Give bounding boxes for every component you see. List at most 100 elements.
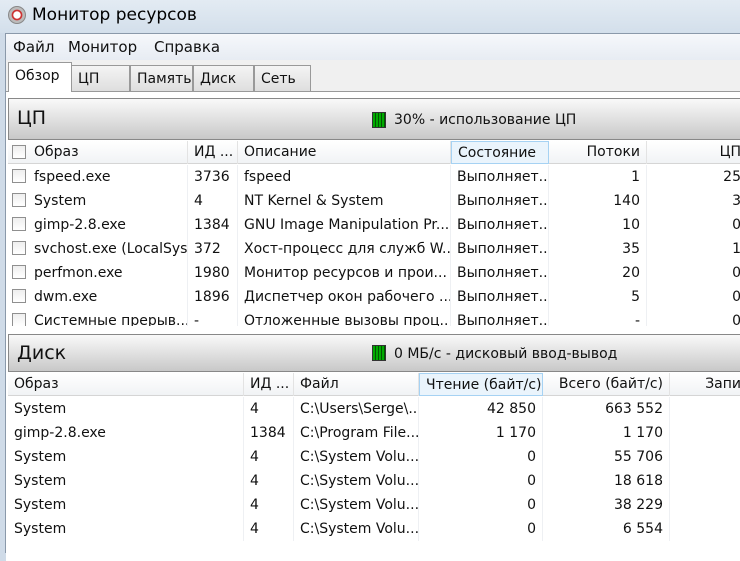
menu-help[interactable]: Справка — [154, 38, 220, 56]
disk-cell: 42 850 — [419, 397, 543, 421]
cpu-cell: System — [8, 189, 188, 213]
cpu-cell: 5 — [549, 285, 647, 309]
cpu-cell: Выполняет... — [451, 189, 549, 213]
disk-col-header[interactable]: ИД ... — [244, 373, 294, 396]
cpu-col-header[interactable]: Описание — [238, 141, 451, 164]
disk-col-header[interactable]: Запи — [670, 373, 740, 396]
cpu-cell: Выполняет... — [451, 309, 549, 326]
disk-table-row[interactable]: System 4 C:\Users\Serge\... 42 850 663 552 — [8, 397, 740, 421]
cpu-cell: - — [188, 309, 238, 326]
cpu-usage-status: 30% - использование ЦП — [394, 112, 577, 128]
disk-cell: 1 170 — [419, 421, 543, 445]
tab-disk[interactable]: Диск — [193, 65, 254, 91]
cpu-cell: Выполняет... — [451, 213, 549, 237]
menu-monitor[interactable]: Монитор — [68, 38, 137, 56]
tab-memory[interactable]: Память — [130, 65, 193, 91]
disk-cell: 4 — [244, 397, 294, 421]
disk-cell: System — [8, 469, 244, 493]
disk-col-header[interactable]: Чтение (байт/с) — [419, 373, 543, 396]
disk-cell: System — [8, 397, 244, 421]
cpu-cell: 3 — [647, 189, 740, 213]
disk-cell: 4 — [244, 493, 294, 517]
cpu-meter-icon — [372, 112, 386, 128]
cpu-cell: 0 — [647, 309, 740, 326]
disk-cell: 0 — [419, 445, 543, 469]
cpu-cell: 1 — [647, 237, 740, 261]
cpu-process-table: fspeed.exe 3736 fspeed Выполняет... 1 25 Syste… — [6, 165, 740, 326]
cpu-cell: 1980 — [188, 261, 238, 285]
cpu-cell: - — [549, 309, 647, 326]
tab-overview[interactable]: Обзор — [8, 62, 72, 92]
cpu-col-header[interactable]: Состояние — [451, 141, 549, 164]
cpu-cell: Выполняет... — [451, 261, 549, 285]
cpu-cell: fspeed.exe — [8, 165, 188, 189]
disk-panel-title: Диск — [17, 342, 67, 364]
disk-cell: 1 170 — [543, 421, 670, 445]
cpu-cell: svchost.exe (LocalSys... — [8, 237, 188, 261]
cpu-cell: Диспетчер окон рабочего ... — [238, 285, 451, 309]
disk-cell: C:\Users\Serge\... — [294, 397, 419, 421]
cpu-table-row[interactable]: svchost.exe (LocalSys... 372 Хост-процесс … — [8, 237, 740, 261]
cpu-table-row[interactable]: Системные прерыв... - Отложенные вызовы пр… — [8, 309, 740, 326]
disk-table-row[interactable]: System 4 C:\System Volu... 0 38 229 — [8, 493, 740, 517]
window-title: Монитор ресурсов — [32, 5, 197, 25]
cpu-col-header[interactable]: ЦП — [647, 141, 740, 164]
cpu-panel-title: ЦП — [17, 107, 47, 129]
disk-cell: 4 — [244, 469, 294, 493]
cpu-cell: Системные прерыв... — [8, 309, 188, 326]
disk-io-status: 0 МБ/с - дисковый ввод-вывод — [394, 346, 618, 362]
disk-col-header[interactable]: Файл — [294, 373, 419, 396]
tab-network[interactable]: Сеть — [254, 65, 311, 91]
cpu-table-row[interactable]: gimp-2.8.exe 1384 GNU Image Manipulation P… — [8, 213, 740, 237]
disk-cell: 663 552 — [543, 397, 670, 421]
disk-meter-icon — [372, 345, 386, 361]
cpu-col-header[interactable]: Потоки — [549, 141, 647, 164]
cpu-cell: 20 — [549, 261, 647, 285]
cpu-cell: 3736 — [188, 165, 238, 189]
menu-file[interactable]: Файл — [13, 38, 54, 56]
cpu-table-row[interactable]: fspeed.exe 3736 fspeed Выполняет... 1 25 — [8, 165, 740, 189]
cpu-cell: NT Kernel & System — [238, 189, 451, 213]
disk-cell: 6 554 — [543, 517, 670, 541]
disk-cell: 18 618 — [543, 469, 670, 493]
disk-table-row[interactable]: System 4 C:\System Volu... 0 55 706 — [8, 445, 740, 469]
cpu-table-row[interactable]: System 4 NT Kernel & System Выполняет... 140… — [8, 189, 740, 213]
disk-col-header[interactable]: Образ — [8, 373, 244, 396]
cpu-cell: 1384 — [188, 213, 238, 237]
cpu-cell: 10 — [549, 213, 647, 237]
cpu-cell: 1 — [549, 165, 647, 189]
cpu-cell: fspeed — [238, 165, 451, 189]
menu-bar: Файл Монитор Справка — [6, 34, 740, 60]
cpu-cell: Выполняет... — [451, 165, 549, 189]
select-all-checkbox[interactable] — [12, 145, 26, 159]
resource-monitor-icon — [8, 6, 26, 24]
cpu-cell: 0 — [647, 261, 740, 285]
disk-cell: 55 706 — [543, 445, 670, 469]
cpu-col-header[interactable]: Образ — [8, 141, 188, 164]
disk-cell: System — [8, 517, 244, 541]
disk-cell: System — [8, 445, 244, 469]
disk-cell: C:\System Volu... — [294, 493, 419, 517]
disk-table-row[interactable]: System 4 C:\System Volu... 0 18 618 — [8, 469, 740, 493]
disk-column-header: Образ ИД ... Файл Чтение (байт/с) Всего (бай… — [8, 373, 740, 396]
cpu-table-row[interactable]: dwm.exe 1896 Диспетчер окон рабочего ... Вы… — [8, 285, 740, 309]
cpu-cell: 25 — [647, 165, 740, 189]
cpu-column-header: Образ ИД ... Описание Состояние Потоки ЦП — [8, 141, 740, 164]
cpu-panel-header[interactable]: ЦП 30% - использование ЦП — [8, 98, 740, 140]
disk-cell: 38 229 — [543, 493, 670, 517]
cpu-cell: 4 — [188, 189, 238, 213]
tab-cpu[interactable]: ЦП — [71, 65, 130, 91]
disk-cell: C:\System Volu... — [294, 517, 419, 541]
cpu-cell: Хост-процесс для служб W... — [238, 237, 451, 261]
disk-panel-header[interactable]: Диск 0 МБ/с - дисковый ввод-вывод — [8, 334, 740, 372]
disk-table-row[interactable]: gimp-2.8.exe 1384 C:\Program File... 1 170 1… — [8, 421, 740, 445]
disk-cell: C:\Program File... — [294, 421, 419, 445]
disk-table-row[interactable]: System 4 C:\System Volu... 0 6 554 — [8, 517, 740, 541]
disk-cell: 4 — [244, 445, 294, 469]
disk-col-header[interactable]: Всего (байт/с) — [543, 373, 670, 396]
disk-cell: 4 — [244, 517, 294, 541]
cpu-table-row[interactable]: perfmon.exe 1980 Монитор ресурсов и прои..… — [8, 261, 740, 285]
cpu-col-header[interactable]: ИД ... — [188, 141, 238, 164]
cpu-cell: Выполняет... — [451, 237, 549, 261]
disk-cell: 0 — [419, 469, 543, 493]
